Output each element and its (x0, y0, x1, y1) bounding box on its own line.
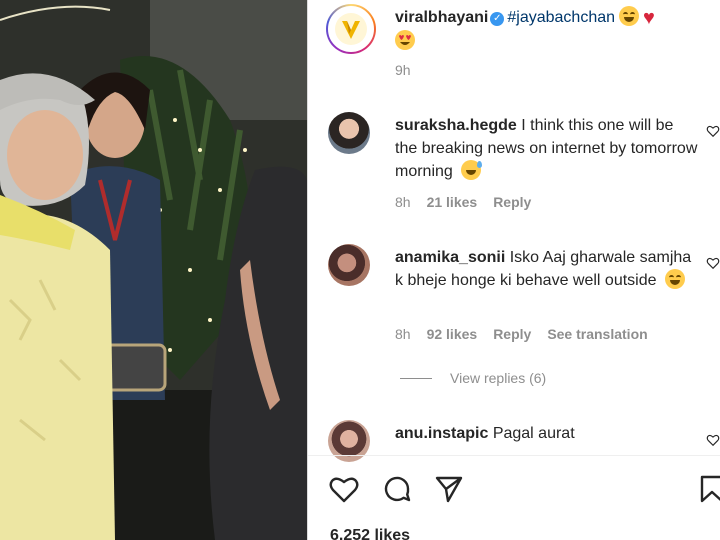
author-avatar-inner (328, 6, 374, 52)
comment-body: anu.instapic Pagal aurat (395, 422, 698, 445)
comment-like-heart-icon[interactable] (706, 433, 720, 447)
view-replies-line (400, 377, 432, 379)
hashtag-link[interactable]: #jayabachchan (507, 9, 615, 26)
comment-button[interactable] (381, 473, 413, 505)
post-time-label: 9h (395, 62, 411, 78)
viral-logo-icon (335, 13, 367, 45)
comment-username[interactable]: anu.instapic (395, 425, 488, 442)
tears-of-joy-emoji-icon (619, 6, 640, 26)
see-translation-button[interactable]: See translation (547, 326, 647, 342)
reply-button[interactable]: Reply (493, 326, 531, 342)
comment-time: 8h (395, 194, 411, 210)
comments-panel: viralbhayani ✓ #jayabachchan ♥ 9h suraksha.… (308, 0, 720, 540)
author-avatar[interactable] (326, 4, 376, 54)
view-replies-button[interactable]: View replies (6) (400, 370, 546, 386)
photo-scene (0, 0, 307, 540)
actions-divider (308, 455, 720, 456)
grinning-sweat-emoji-icon (461, 160, 483, 180)
comment-body: anamika_sonii Isko Aaj gharwale samjha k… (395, 246, 698, 292)
comment-like-heart-icon[interactable] (706, 124, 720, 138)
post-caption: viralbhayani ✓ #jayabachchan ♥ (395, 6, 705, 54)
comment-username[interactable]: suraksha.hegde (395, 117, 517, 134)
comment-time: 8h (395, 326, 411, 342)
likes-count[interactable]: 6,252 likes (330, 527, 410, 540)
post-actions-bar (328, 473, 720, 505)
bookmark-icon (700, 475, 720, 503)
share-icon (435, 476, 463, 503)
verified-badge-icon: ✓ (490, 12, 505, 26)
like-button[interactable] (328, 473, 360, 505)
comment-likes-count[interactable]: 92 likes (427, 326, 478, 342)
comment-avatar[interactable] (328, 112, 370, 154)
red-heart-emoji-icon: ♥ (643, 7, 655, 29)
save-button[interactable] (696, 473, 720, 505)
reply-button[interactable]: Reply (493, 194, 531, 210)
view-replies-label: View replies (6) (450, 370, 547, 386)
comment-likes-count[interactable]: 21 likes (427, 194, 478, 210)
author-username[interactable]: viralbhayani (395, 9, 488, 26)
comment-meta: 8h 21 likes Reply (395, 194, 547, 210)
comment-username[interactable]: anamika_sonii (395, 249, 505, 266)
post-photo[interactable] (0, 0, 307, 540)
comment-icon (384, 476, 411, 502)
tears-of-joy-emoji-icon (664, 269, 685, 289)
comment-like-heart-icon[interactable] (706, 256, 720, 270)
comment-text: Pagal aurat (492, 425, 575, 442)
comment-meta: 8h 92 likes Reply See translation (395, 326, 664, 342)
heart-eyes-emoji-icon (395, 30, 415, 50)
comment-avatar[interactable] (328, 244, 370, 286)
heart-icon (329, 477, 359, 503)
post-time: 9h (395, 62, 427, 78)
comment-body: suraksha.hegde I think this one will be … (395, 114, 698, 183)
share-button[interactable] (433, 473, 465, 505)
